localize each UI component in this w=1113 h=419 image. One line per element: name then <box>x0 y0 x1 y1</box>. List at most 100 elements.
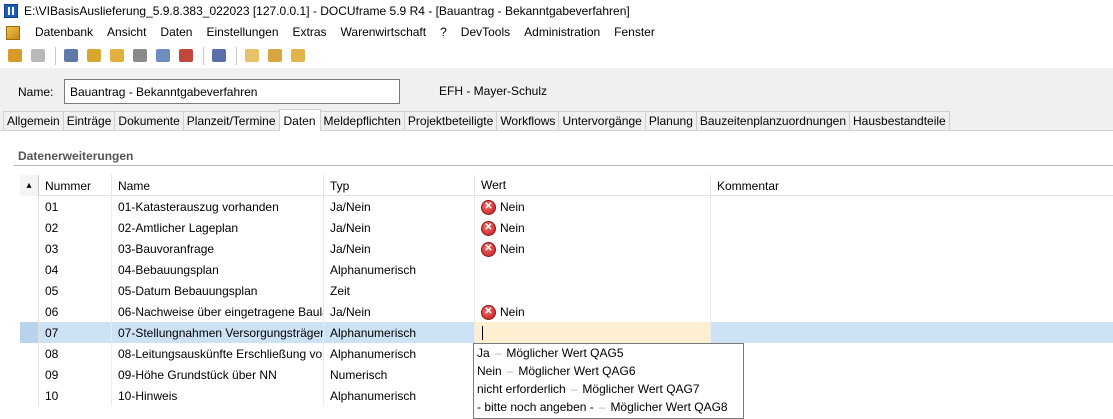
calendar-button[interactable] <box>177 47 195 65</box>
document-new-button[interactable] <box>243 47 261 65</box>
tab-workflows[interactable]: Workflows <box>496 111 560 131</box>
document-export-button[interactable] <box>289 47 307 65</box>
column-header-name[interactable]: Name <box>112 175 324 195</box>
tab-einträge[interactable]: Einträge <box>62 111 116 131</box>
name-input[interactable] <box>64 79 400 104</box>
cell-typ: Alphanumerisch <box>324 385 475 406</box>
cell-kommentar[interactable] <box>711 301 1113 322</box>
tab-untervorgänge[interactable]: Untervorgänge <box>558 111 646 131</box>
column-header-typ[interactable]: Typ <box>324 175 475 195</box>
option-value: nicht erforderlich <box>477 382 566 396</box>
dropdown-option[interactable]: - bitte noch angeben - – Möglicher Wert QA… <box>474 399 743 417</box>
cell-nummer: 08 <box>39 343 112 364</box>
mail-button[interactable] <box>266 47 284 65</box>
menu-item-devtools[interactable]: DevTools <box>454 22 517 43</box>
tab-bauzeitenplanzuordnungen[interactable]: Bauzeitenplanzuordnungen <box>695 111 850 131</box>
cell-name: 10-Hinweis <box>112 385 324 406</box>
table-row[interactable]: 02 02-Amtlicher Lageplan Ja/Nein ✕ Nein <box>20 217 1113 238</box>
table-row[interactable]: 04 04-Bebauungsplan Alphanumerisch <box>20 259 1113 280</box>
cell-wert-text: Nein <box>500 221 525 235</box>
address-card-button[interactable] <box>62 47 80 65</box>
row-selector[interactable] <box>20 322 39 343</box>
row-selector[interactable] <box>20 259 39 280</box>
menu-item-einstellungen[interactable]: Einstellungen <box>199 22 285 43</box>
cell-kommentar[interactable] <box>711 217 1113 238</box>
menu-item-ansicht[interactable]: Ansicht <box>100 22 153 43</box>
toolbar <box>0 43 1113 68</box>
row-selector[interactable] <box>20 343 39 364</box>
clipboard-button[interactable] <box>154 47 172 65</box>
cell-wert[interactable] <box>475 322 711 343</box>
cell-wert[interactable]: ✕ Nein <box>475 196 711 217</box>
error-x-icon: ✕ <box>481 304 496 320</box>
cell-nummer: 01 <box>39 196 112 217</box>
cell-kommentar[interactable] <box>711 196 1113 217</box>
cell-wert[interactable] <box>475 259 711 280</box>
folder-icon <box>110 49 124 62</box>
cell-kommentar[interactable] <box>711 280 1113 301</box>
project-label: EFH - Mayer-Schulz <box>439 84 548 98</box>
cell-name: 05-Datum Bebauungsplan <box>112 280 324 301</box>
row-selector[interactable] <box>20 301 39 322</box>
menu-item-help[interactable]: ? <box>433 22 454 43</box>
cell-kommentar[interactable] <box>711 343 1113 364</box>
menu-item-daten[interactable]: Daten <box>153 22 199 43</box>
name-label: Name: <box>18 84 54 99</box>
error-x-icon: ✕ <box>481 220 496 236</box>
home-folder-button[interactable] <box>6 47 24 65</box>
list-button[interactable] <box>85 47 103 65</box>
cell-kommentar[interactable] <box>711 364 1113 385</box>
dropdown-option[interactable]: nicht erforderlich – Möglicher Wert QAG7 <box>474 381 743 399</box>
cell-name: 04-Bebauungsplan <box>112 259 324 280</box>
tag-button[interactable] <box>131 47 149 65</box>
menu-item-datenbank[interactable]: Datenbank <box>28 22 100 43</box>
cell-wert[interactable]: ✕ Nein <box>475 217 711 238</box>
cell-kommentar[interactable] <box>711 322 1113 343</box>
tab-dokumente[interactable]: Dokumente <box>114 111 184 131</box>
cell-wert[interactable]: ✕ Nein <box>475 301 711 322</box>
menu-item-extras[interactable]: Extras <box>286 22 334 43</box>
docuframe-logo-icon[interactable] <box>6 25 20 40</box>
folder-button[interactable] <box>108 47 126 65</box>
table-row[interactable]: 05 05-Datum Bebauungsplan Zeit <box>20 280 1113 301</box>
tab-allgemein[interactable]: Allgemein <box>3 111 64 131</box>
sort-header[interactable]: ▴ <box>20 175 39 196</box>
sort-arrows-icon[interactable]: ▴ <box>20 175 39 196</box>
row-selector[interactable] <box>20 364 39 385</box>
row-selector[interactable] <box>20 280 39 301</box>
option-value: Ja <box>477 346 490 360</box>
tab-meldepflichten[interactable]: Meldepflichten <box>319 111 405 131</box>
table-row[interactable]: 03 03-Bauvoranfrage Ja/Nein ✕ Nein <box>20 238 1113 259</box>
row-selector[interactable] <box>20 196 39 217</box>
tab-planzeit-termine[interactable]: Planzeit/Termine <box>182 111 280 131</box>
home-folder-icon <box>8 49 22 62</box>
table-row[interactable]: 07 07-Stellungnahmen Versorgungsträger Alp… <box>20 322 1113 343</box>
row-selector[interactable] <box>20 385 39 406</box>
menu-item-fenster[interactable]: Fenster <box>607 22 662 43</box>
toolbar-separator <box>236 46 237 65</box>
menu-item-warenwirtschaft[interactable]: Warenwirtschaft <box>334 22 434 43</box>
dropdown-option[interactable]: Nein – Möglicher Wert QAG6 <box>474 363 743 381</box>
tab-daten[interactable]: Daten <box>278 109 321 131</box>
row-selector[interactable] <box>20 217 39 238</box>
menu-item-administration[interactable]: Administration <box>517 22 607 43</box>
row-selector[interactable] <box>20 238 39 259</box>
cell-kommentar[interactable] <box>711 385 1113 406</box>
table-row[interactable]: 06 06-Nachweise über eingetragene Baula Ja… <box>20 301 1113 322</box>
cell-wert[interactable]: ✕ Nein <box>475 238 711 259</box>
tab-projektbeteiligte[interactable]: Projektbeteiligte <box>403 111 498 131</box>
phone-button[interactable] <box>210 47 228 65</box>
cell-wert[interactable] <box>475 280 711 301</box>
tab-hausbestandteile[interactable]: Hausbestandteile <box>849 111 950 131</box>
column-header-wert[interactable]: Wert <box>475 175 711 195</box>
tab-planung[interactable]: Planung <box>644 111 697 131</box>
print-button[interactable] <box>29 47 47 65</box>
column-header-kommentar[interactable]: Kommentar <box>711 175 1113 195</box>
cell-kommentar[interactable] <box>711 259 1113 280</box>
cell-kommentar[interactable] <box>711 238 1113 259</box>
column-header-nummer[interactable]: Nummer <box>39 175 112 195</box>
cell-typ: Numerisch <box>324 364 475 385</box>
table-row[interactable]: 01 01-Katasterauszug vorhanden Ja/Nein ✕ Nei… <box>20 196 1113 217</box>
dropdown-option[interactable]: Ja – Möglicher Wert QAG5 <box>474 345 743 363</box>
cell-typ: Ja/Nein <box>324 196 475 217</box>
